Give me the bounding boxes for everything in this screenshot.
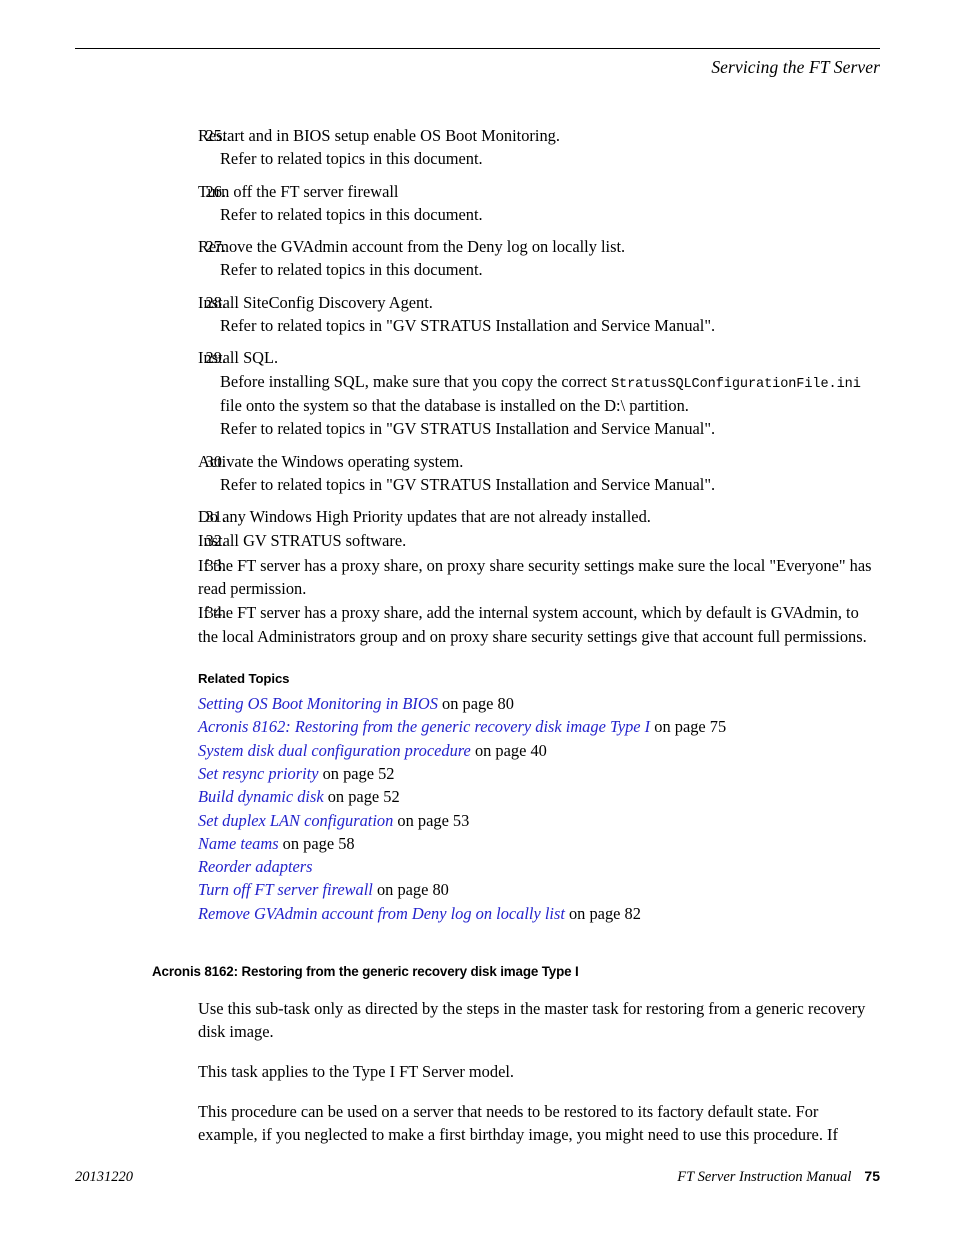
step-text: Install SQL. — [198, 348, 279, 368]
related-topic-link[interactable]: Set duplex LAN configuration — [198, 811, 393, 830]
paragraph: Use this sub-task only as directed by th… — [198, 998, 866, 1042]
related-topic-item: Set duplex LAN configuration on page 53 — [198, 809, 878, 832]
related-topic-page: on page 53 — [393, 810, 470, 830]
step-number: 29. — [205, 348, 227, 368]
related-topic-item: Reorder adapters — [198, 855, 878, 878]
step-text: If the FT server has a proxy share, on p… — [198, 555, 872, 599]
step-subtext: Refer to related topics in this document… — [220, 260, 483, 280]
related-topic-page: on page 52 — [323, 787, 400, 807]
list-item: 28. Install SiteConfig Discovery Agent. … — [152, 291, 878, 338]
step-subtext-code-paragraph: Before installing SQL, make sure that yo… — [198, 370, 878, 418]
step-number: 27. — [205, 237, 227, 257]
page-header: Servicing the FT Server — [75, 48, 880, 77]
step-subtext: Refer to related topics in this document… — [220, 149, 483, 169]
related-topic-page: on page 58 — [278, 833, 355, 853]
spacer — [152, 497, 878, 505]
step-subtext: Refer to related topics in "GV STRATUS I… — [220, 419, 716, 439]
related-topic-item: Set resync priority on page 52 — [198, 762, 878, 785]
footer-date-code: 20131220 — [75, 1169, 133, 1185]
spacer — [152, 227, 878, 235]
step-number: 28. — [205, 292, 227, 312]
list-item: 29. Install SQL. Before installing SQL, … — [152, 346, 878, 440]
related-topic-link[interactable]: Setting OS Boot Monitoring in BIOS — [198, 694, 438, 713]
footer-manual-title: FT Server Instruction Manual — [677, 1169, 852, 1185]
related-topic-page: on page 75 — [650, 717, 727, 737]
step-number: 32. — [205, 531, 227, 551]
paragraph: This task applies to the Type I FT Serve… — [198, 1061, 514, 1081]
related-topic-page: on page 40 — [470, 740, 547, 760]
inline-code-filename: StratusSQLConfigurationFile.ini — [610, 376, 861, 392]
step-text: Install GV STRATUS software. — [198, 531, 407, 551]
step-number: 34. — [205, 603, 227, 623]
document-page: Servicing the FT Server 25. Restart and … — [0, 0, 954, 1235]
list-item: 25. Restart and in BIOS setup enable OS … — [152, 124, 878, 171]
related-topic-item: Turn off FT server firewall on page 80 — [198, 878, 878, 901]
list-item: 26. Turn off the FT server firewall Refe… — [152, 180, 878, 227]
paragraph: This procedure can be used on a server t… — [198, 1101, 838, 1144]
related-topic-item: System disk dual configuration procedure… — [198, 739, 878, 762]
step-text: Do any Windows High Priority updates tha… — [198, 507, 651, 527]
related-topic-link[interactable]: Reorder adapters — [198, 857, 313, 876]
spacer — [152, 172, 878, 180]
related-topic-item: Acronis 8162: Restoring from the generic… — [198, 715, 878, 738]
step-text: Turn off the FT server firewall — [198, 181, 399, 201]
related-topic-page: on page 82 — [564, 903, 641, 923]
list-item: 33. If the FT server has a proxy share, … — [152, 554, 878, 601]
step-number: 30. — [205, 451, 227, 471]
related-topic-link[interactable]: Remove GVAdmin account from Deny log on … — [198, 904, 565, 923]
footer-right-group: FT Server Instruction Manual 75 — [677, 1168, 880, 1186]
step-subtext: Refer to related topics in "GV STRATUS I… — [220, 316, 716, 336]
list-item: 32. Install GV STRATUS software. — [152, 529, 878, 552]
related-topic-link[interactable]: Acronis 8162: Restoring from the generic… — [198, 717, 650, 736]
related-topic-page: on page 80 — [437, 694, 514, 714]
step-text: Remove the GVAdmin account from the Deny… — [198, 237, 626, 257]
related-topic-item: Setting OS Boot Monitoring in BIOS on pa… — [198, 692, 878, 715]
step-text: If the FT server has a proxy share, add … — [198, 603, 867, 646]
related-topic-link[interactable]: Build dynamic disk — [198, 787, 324, 806]
subsection-body: Use this sub-task only as directed by th… — [152, 997, 878, 1146]
list-item: 34. If the FT server has a proxy share, … — [152, 601, 878, 648]
spacer — [152, 338, 878, 346]
step-number: 31. — [205, 507, 227, 527]
related-topic-link[interactable]: Name teams — [198, 834, 279, 853]
list-item: 31. Do any Windows High Priority updates… — [152, 505, 878, 528]
related-topics-heading: Related Topics — [198, 670, 290, 686]
subsection-heading: Acronis 8162: Restoring from the generic… — [152, 964, 579, 980]
code-paragraph-prefix: Before installing SQL, make sure that yo… — [220, 371, 611, 391]
footer-page-number: 75 — [864, 1168, 880, 1184]
related-topic-item: Remove GVAdmin account from Deny log on … — [198, 902, 878, 925]
step-number: 26. — [205, 181, 227, 201]
related-topic-link[interactable]: System disk dual configuration procedure — [198, 741, 471, 760]
list-item: 27. Remove the GVAdmin account from the … — [152, 235, 878, 282]
page-content: 25. Restart and in BIOS setup enable OS … — [152, 124, 878, 1146]
related-topic-link[interactable]: Turn off FT server firewall — [198, 880, 373, 899]
subsection: Acronis 8162: Restoring from the generic… — [152, 963, 878, 1146]
step-subtext: Refer to related topics in this document… — [220, 204, 483, 224]
step-text: Install SiteConfig Discovery Agent. — [198, 292, 433, 312]
step-subtext: Refer to related topics in "GV STRATUS I… — [220, 474, 716, 494]
related-topic-page: on page 52 — [318, 763, 395, 783]
step-text: Restart and in BIOS setup enable OS Boot… — [198, 126, 560, 145]
spacer — [152, 442, 878, 450]
related-topic-link[interactable]: Set resync priority — [198, 764, 318, 783]
list-item: 30. Activate the Windows operating syste… — [152, 450, 878, 497]
code-paragraph-suffix: file onto the system so that the databas… — [220, 395, 689, 415]
header-title: Servicing the FT Server — [711, 57, 880, 77]
step-number: 25. — [205, 126, 227, 145]
spacer — [152, 283, 878, 291]
numbered-step-list: 25. Restart and in BIOS setup enable OS … — [152, 124, 878, 648]
page-footer: 20131220 FT Server Instruction Manual 75 — [75, 1168, 880, 1186]
related-topic-item: Name teams on page 58 — [198, 832, 878, 855]
step-number: 33. — [205, 555, 227, 575]
related-topics-section: Related Topics Setting OS Boot Monitorin… — [152, 670, 878, 925]
related-topic-item: Build dynamic disk on page 52 — [198, 785, 878, 808]
related-topic-page: on page 80 — [372, 880, 449, 900]
step-text: Activate the Windows operating system. — [198, 451, 464, 471]
